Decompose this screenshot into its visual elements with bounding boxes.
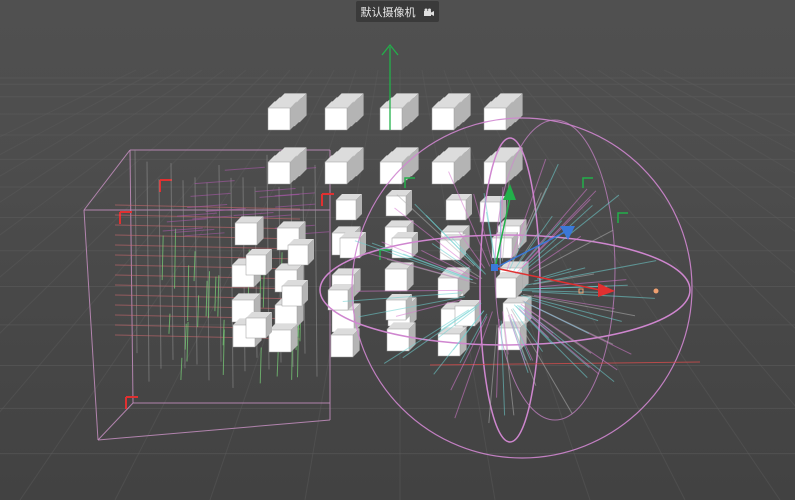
scene-canvas[interactable] (0, 0, 795, 500)
cube (483, 155, 513, 185)
bracket-green (582, 177, 593, 188)
cube (267, 101, 297, 131)
cube-face (268, 329, 292, 353)
cube-face (287, 244, 309, 266)
cube (267, 155, 297, 185)
field-line-green (174, 228, 177, 289)
cube (495, 272, 522, 299)
field-line-purple (194, 180, 235, 185)
cube (268, 323, 298, 353)
cube (245, 249, 272, 276)
cube-face (281, 285, 303, 307)
cube-face (483, 161, 507, 185)
handle-point (653, 288, 659, 294)
cube-face (379, 161, 403, 185)
field-line-green (161, 235, 164, 281)
field-line-green (180, 357, 183, 381)
cube-face (495, 277, 517, 299)
field-box-edge (97, 419, 331, 441)
sphere-spike (425, 214, 482, 272)
sphere-spike (525, 260, 657, 286)
cube (379, 101, 409, 131)
field-line-green (217, 275, 220, 317)
cube-face (384, 268, 408, 292)
cube (324, 155, 354, 185)
cube-face (324, 161, 348, 185)
cube-face (379, 107, 403, 131)
field-line-purple (184, 232, 225, 237)
cube-face (431, 161, 455, 185)
field-line-green (276, 352, 279, 377)
field-line-green (168, 313, 171, 334)
bracket-green (617, 212, 628, 223)
cube (234, 216, 264, 246)
field-line-purple (166, 218, 207, 223)
cube-face (335, 199, 357, 221)
cube-face (245, 254, 267, 276)
ground-shadow-line (429, 361, 701, 366)
cube-face (245, 317, 267, 339)
cube-face (431, 107, 455, 131)
field-line (170, 163, 174, 360)
cube-face (330, 334, 354, 358)
sphere-spike (532, 291, 655, 299)
cube (384, 262, 414, 292)
cube (281, 280, 308, 307)
field-line-green (214, 276, 217, 312)
viewport-3d[interactable]: 默认摄像机 (0, 0, 795, 500)
cube-face (324, 107, 348, 131)
cube-face (267, 161, 291, 185)
cube-face (267, 107, 291, 131)
sphere-spike (520, 294, 622, 322)
cube-face (234, 222, 258, 246)
field-line-purple (274, 192, 315, 197)
cube (431, 155, 461, 185)
cube (330, 328, 360, 358)
cube-face (327, 289, 349, 311)
field-line-green (184, 323, 187, 350)
cube (324, 101, 354, 131)
gizmo-center (491, 264, 498, 271)
move-axis-x-arrow (598, 283, 615, 297)
field-line (114, 294, 301, 300)
cube (335, 194, 362, 221)
cube (483, 101, 513, 131)
field-line (114, 304, 301, 310)
sphere-spike (514, 190, 597, 275)
field-line-purple (190, 192, 231, 197)
cube-face (386, 328, 410, 352)
field-line (182, 180, 186, 369)
field-line-green (207, 271, 210, 318)
cube-face (391, 237, 413, 259)
cube-face (437, 277, 459, 299)
field-line (146, 161, 150, 382)
field-line-green (197, 295, 200, 328)
field-line-green (187, 265, 190, 322)
cube (339, 232, 366, 259)
field-line-green (186, 321, 189, 362)
cube (245, 312, 272, 339)
field-line-purple (255, 187, 296, 192)
cube-face (385, 195, 407, 217)
cube-face (445, 199, 467, 221)
cube (327, 284, 354, 311)
field-line (158, 179, 162, 369)
field-line (314, 164, 318, 377)
cube (287, 239, 314, 266)
cube (431, 101, 461, 131)
